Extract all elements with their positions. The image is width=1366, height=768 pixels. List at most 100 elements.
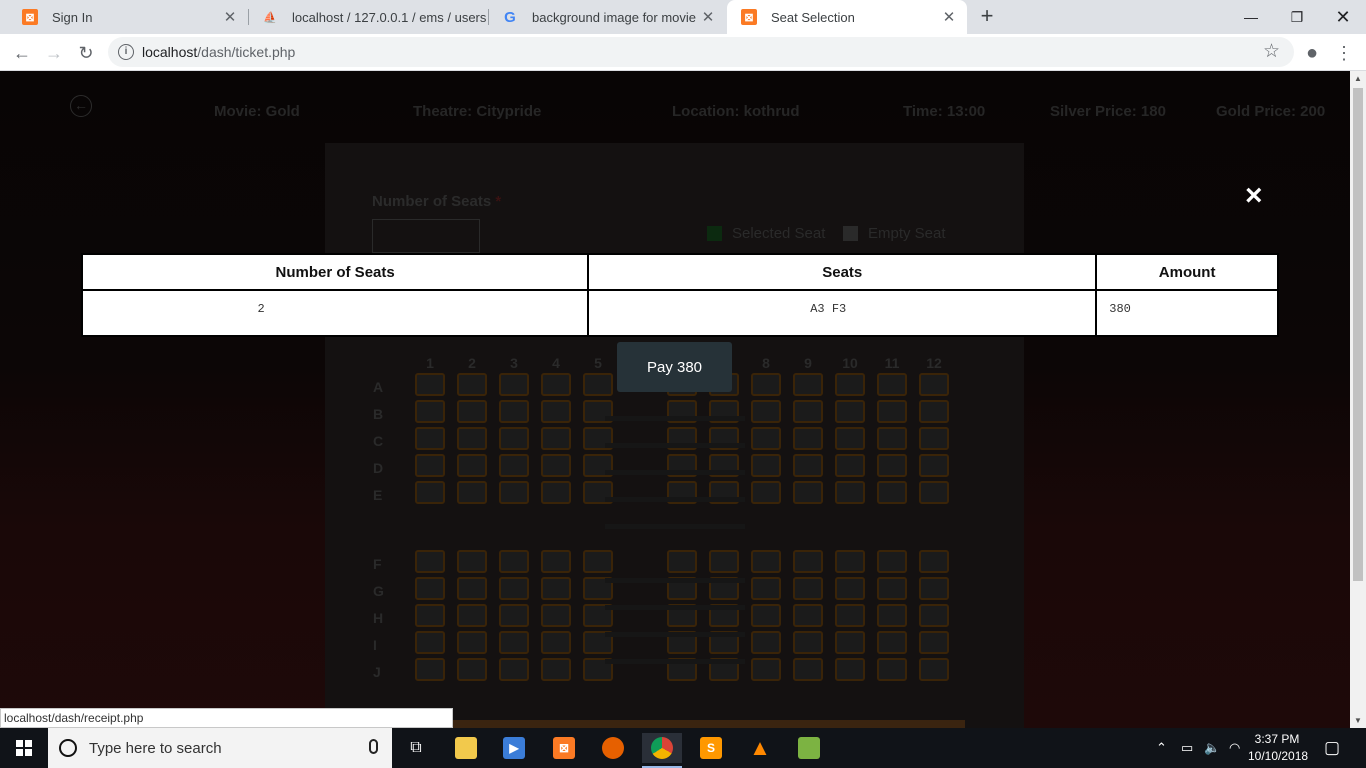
seat[interactable]	[457, 577, 487, 600]
seat[interactable]	[415, 373, 445, 396]
scrollbar-thumb[interactable]	[1353, 88, 1363, 581]
seat[interactable]	[751, 373, 781, 396]
microphone-icon[interactable]	[369, 739, 378, 754]
seat[interactable]	[751, 400, 781, 423]
seat[interactable]	[499, 481, 529, 504]
seat[interactable]	[877, 427, 907, 450]
seat[interactable]	[919, 658, 949, 681]
seat[interactable]	[877, 481, 907, 504]
seat[interactable]	[835, 373, 865, 396]
seat[interactable]	[835, 604, 865, 627]
seat[interactable]	[919, 373, 949, 396]
seat[interactable]	[415, 550, 445, 573]
seat[interactable]	[709, 550, 739, 573]
seat[interactable]	[919, 400, 949, 423]
sublime-text-icon[interactable]: S	[691, 733, 731, 763]
chrome-icon[interactable]	[642, 733, 682, 763]
seat[interactable]	[457, 400, 487, 423]
seat[interactable]	[499, 631, 529, 654]
pay-button[interactable]: Pay 380	[617, 342, 732, 392]
close-icon[interactable]: ✕	[696, 8, 720, 26]
seat[interactable]	[499, 658, 529, 681]
battery-icon[interactable]: ▭	[1181, 728, 1193, 768]
seat[interactable]	[919, 604, 949, 627]
seat[interactable]	[415, 658, 445, 681]
seat[interactable]	[541, 373, 571, 396]
page-scrollbar[interactable]: ▲ ▼	[1350, 71, 1366, 728]
seat[interactable]	[751, 577, 781, 600]
seat[interactable]	[541, 658, 571, 681]
seat[interactable]	[541, 577, 571, 600]
seat[interactable]	[877, 577, 907, 600]
seat[interactable]	[583, 550, 613, 573]
seat[interactable]	[793, 481, 823, 504]
maximize-button[interactable]: ❐	[1274, 0, 1320, 34]
seat[interactable]	[499, 400, 529, 423]
seat[interactable]	[919, 427, 949, 450]
tab-seat-selection[interactable]: ⊠ Seat Selection ✕	[727, 0, 967, 34]
seat[interactable]	[793, 400, 823, 423]
seat[interactable]	[835, 631, 865, 654]
xampp-taskbar-icon[interactable]: ⊠	[544, 733, 584, 763]
seat[interactable]	[457, 550, 487, 573]
seat[interactable]	[793, 604, 823, 627]
seat[interactable]	[919, 454, 949, 477]
firefox-icon[interactable]	[593, 733, 633, 763]
task-view-icon[interactable]: ⧉	[396, 733, 436, 763]
seat[interactable]	[499, 550, 529, 573]
seat[interactable]	[457, 631, 487, 654]
file-explorer-icon[interactable]	[446, 733, 486, 763]
seat[interactable]	[415, 577, 445, 600]
start-button[interactable]	[0, 728, 48, 768]
seat[interactable]	[919, 631, 949, 654]
seat[interactable]	[835, 658, 865, 681]
seat[interactable]	[877, 631, 907, 654]
seat[interactable]	[793, 550, 823, 573]
seat[interactable]	[877, 400, 907, 423]
seat[interactable]	[541, 604, 571, 627]
seat[interactable]	[793, 454, 823, 477]
seat[interactable]	[457, 427, 487, 450]
seat[interactable]	[835, 550, 865, 573]
seat[interactable]	[877, 550, 907, 573]
tab-sign-in[interactable]: ⊠ Sign In ✕	[8, 0, 248, 34]
seat[interactable]	[919, 577, 949, 600]
tab-phpmyadmin[interactable]: ⛵ localhost / 127.0.0.1 / ems / users	[248, 0, 488, 34]
notepad-icon[interactable]	[789, 733, 829, 763]
seat[interactable]	[541, 481, 571, 504]
seats-count-input[interactable]	[372, 219, 480, 253]
seat[interactable]	[499, 427, 529, 450]
seat[interactable]	[751, 550, 781, 573]
seat[interactable]	[415, 481, 445, 504]
tab-google-search[interactable]: G background image for movie boo ✕	[488, 0, 726, 34]
seat[interactable]	[457, 373, 487, 396]
seat[interactable]	[919, 550, 949, 573]
seat[interactable]	[877, 658, 907, 681]
seat[interactable]	[415, 454, 445, 477]
seat[interactable]	[751, 604, 781, 627]
seat[interactable]	[583, 373, 613, 396]
seat[interactable]	[835, 427, 865, 450]
seat[interactable]	[793, 658, 823, 681]
back-arrow-icon[interactable]: ←	[70, 95, 92, 117]
seat[interactable]	[541, 427, 571, 450]
close-icon[interactable]: ✕	[937, 8, 961, 26]
seat[interactable]	[751, 454, 781, 477]
forward-button[interactable]: →	[40, 39, 68, 67]
bookmark-star-icon[interactable]: ☆	[1263, 40, 1280, 63]
seat[interactable]	[751, 631, 781, 654]
menu-icon[interactable]: ⋮	[1330, 39, 1358, 67]
seat[interactable]	[793, 577, 823, 600]
seat[interactable]	[793, 373, 823, 396]
seat[interactable]	[919, 481, 949, 504]
seat[interactable]	[835, 577, 865, 600]
seat[interactable]	[793, 631, 823, 654]
seat[interactable]	[877, 604, 907, 627]
seat[interactable]	[541, 400, 571, 423]
taskbar-search-box[interactable]: Type here to search	[48, 728, 392, 768]
seat[interactable]	[415, 604, 445, 627]
seat[interactable]	[541, 631, 571, 654]
seat[interactable]	[457, 604, 487, 627]
vlc-icon[interactable]: ▲	[740, 733, 780, 763]
seat[interactable]	[793, 427, 823, 450]
